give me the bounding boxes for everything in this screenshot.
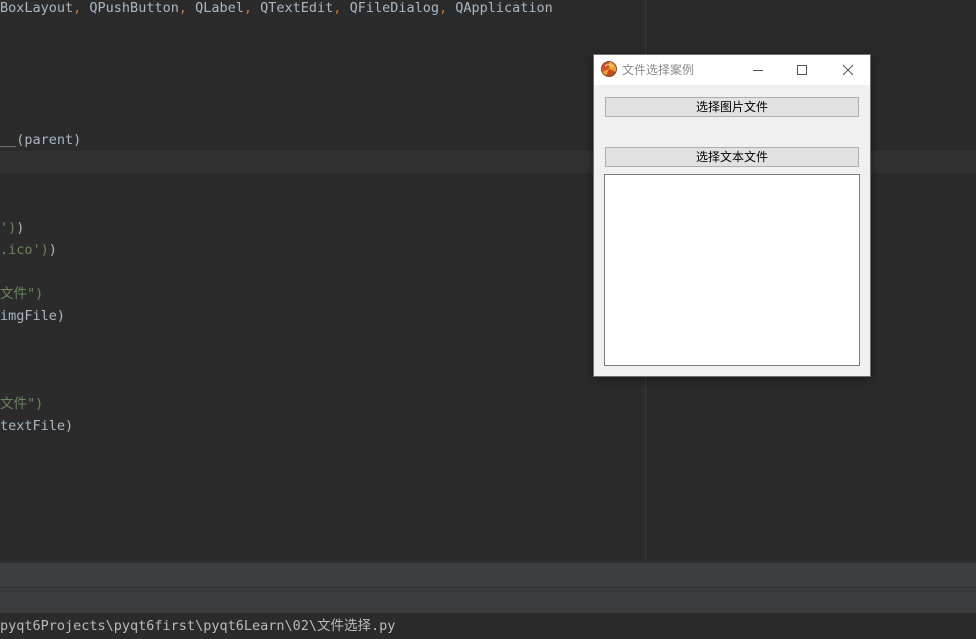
close-icon [842, 64, 854, 75]
code-line: BoxLayout, QPushButton, QLabel, QTextEdi… [0, 0, 553, 19]
code-token: ) [48, 242, 57, 258]
minimize-icon [753, 69, 763, 71]
code-token: __(parent) [0, 132, 82, 148]
code-token: , [243, 0, 261, 16]
ide-window: BoxLayout, QPushButton, QLabel, QTextEdi… [0, 0, 976, 639]
code-line: .ico')) [0, 239, 57, 261]
code-line: textFile) [0, 415, 73, 437]
file-chooser-dialog: 文件选择案例 选择图片文件 选择文本文件 [593, 54, 871, 377]
code-token: QFileDialog [349, 0, 439, 16]
close-button[interactable] [826, 55, 870, 84]
select-image-button[interactable]: 选择图片文件 [605, 97, 859, 117]
code-token: textFile) [0, 418, 74, 434]
code-line: 文件") [0, 283, 43, 305]
select-text-button[interactable]: 选择文本文件 [605, 147, 859, 167]
code-line: imgFile) [0, 305, 65, 327]
code-token: , [333, 0, 350, 16]
code-token: , [73, 0, 90, 16]
dialog-title: 文件选择案例 [622, 63, 695, 77]
code-token: ') [0, 220, 17, 236]
code-token: QTextEdit [260, 0, 334, 16]
code-token: .ico') [0, 242, 49, 258]
code-token: QPushButton [89, 0, 179, 16]
code-token: 文件") [0, 396, 44, 412]
text-edit-area[interactable] [604, 174, 860, 366]
code-token: , [178, 0, 196, 16]
maximize-button[interactable] [780, 55, 824, 84]
dialog-titlebar[interactable]: 文件选择案例 [594, 55, 870, 85]
code-line: ')) [0, 217, 24, 239]
code-token: imgFile) [0, 308, 66, 324]
code-line: 文件") [0, 393, 43, 415]
run-output-line: pyqt6Projects\pyqt6first\pyqt6Learn\02\文… [0, 613, 976, 639]
code-token: QApplication [455, 0, 553, 16]
run-panel-header [0, 587, 976, 614]
python-logo-icon [601, 61, 617, 77]
minimize-button[interactable] [736, 55, 780, 84]
code-token: ) [16, 220, 25, 236]
code-token: 文件") [0, 286, 44, 302]
code-line: __(parent) [0, 129, 81, 151]
code-token: , [438, 0, 456, 16]
code-token: BoxLayout [0, 0, 74, 16]
code-token: QLabel [195, 0, 244, 16]
file-path-text: pyqt6Projects\pyqt6first\pyqt6Learn\02\文… [0, 618, 396, 634]
maximize-icon [797, 64, 807, 75]
tool-window-strip [0, 562, 976, 588]
